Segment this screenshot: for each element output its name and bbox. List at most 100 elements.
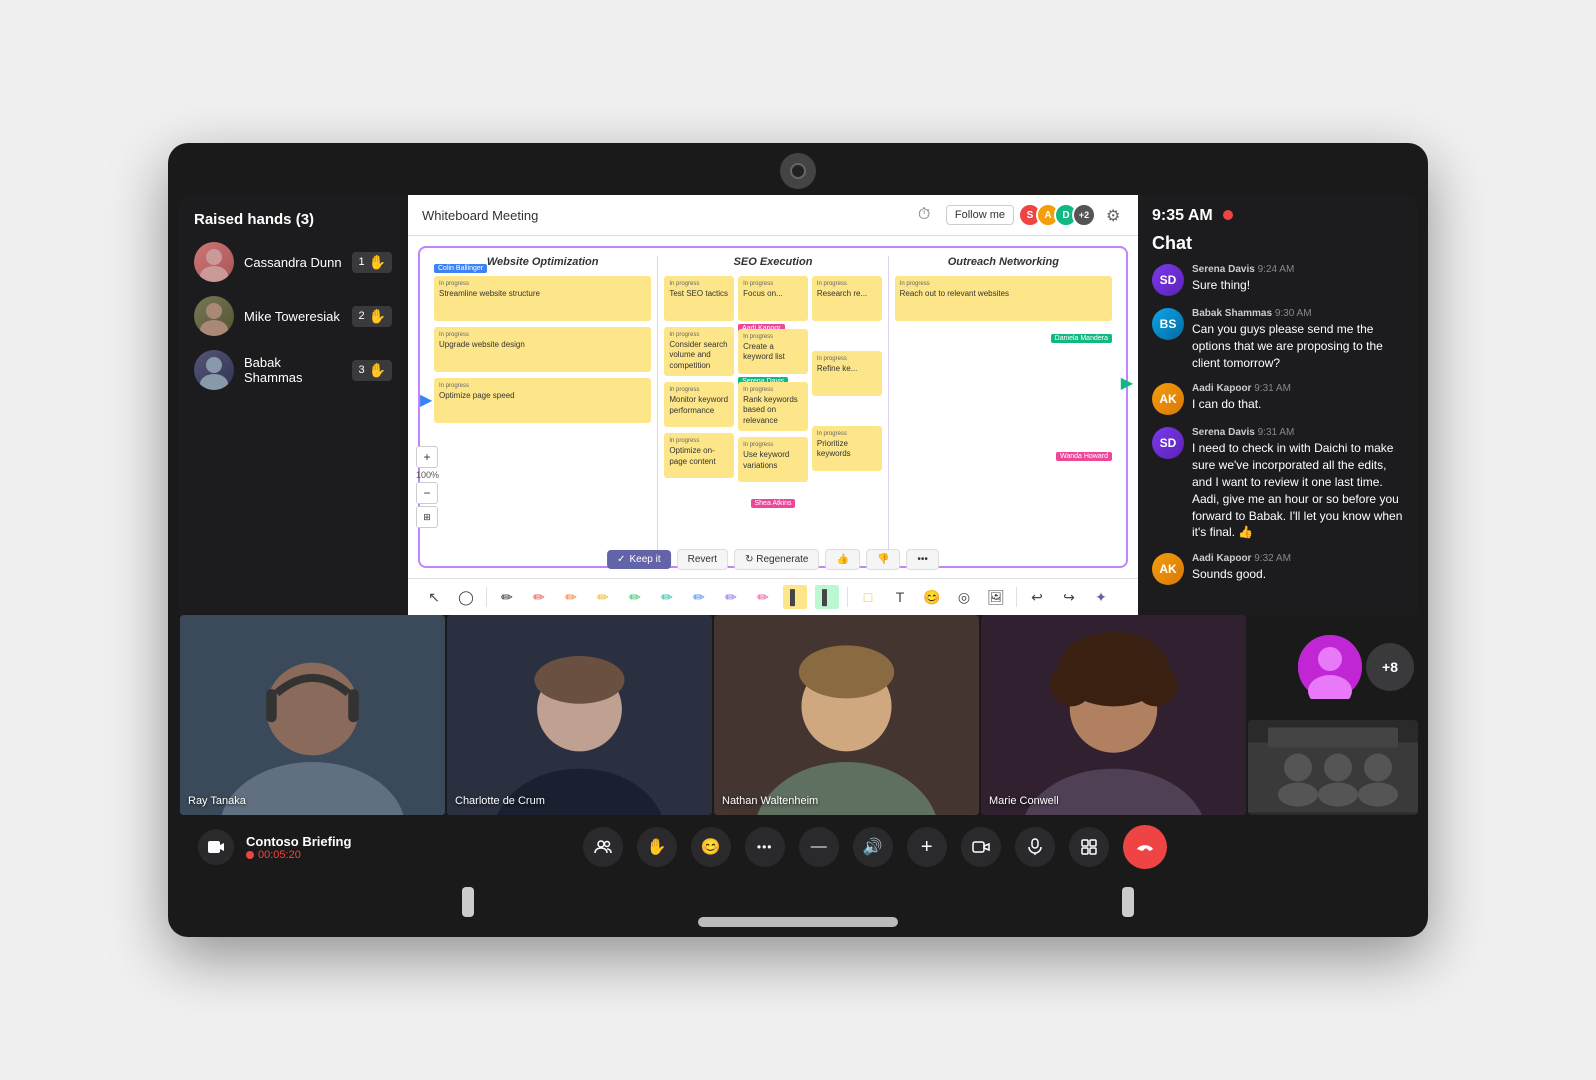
- more-options-button[interactable]: •••: [906, 549, 939, 570]
- pen-pink[interactable]: ✏: [751, 585, 775, 609]
- video-tile-charlotte: Charlotte de Crum: [447, 615, 712, 815]
- camera-button[interactable]: [961, 827, 1001, 867]
- sticky-note-seo-variations: In progress Use keyword variations: [738, 437, 808, 482]
- meeting-icon: [198, 829, 234, 865]
- pen-red[interactable]: ✏: [527, 585, 551, 609]
- participant-name-nathan: Nathan Waltenheim: [722, 795, 818, 807]
- cursor-daniela: Daniela Mandera: [1051, 334, 1112, 343]
- video-tile-marie: Marie Conwell: [981, 615, 1246, 815]
- chat-text-3: I can do that.: [1192, 396, 1291, 413]
- sticky-note-seo-1: In progress Test SEO tactics: [664, 276, 734, 321]
- participant-name-ray: Ray Tanaka: [188, 795, 246, 807]
- stand-base: [698, 917, 898, 927]
- hand-badge-babak: 3 ✋: [352, 360, 392, 381]
- regenerate-button[interactable]: ↻ Regenerate: [734, 549, 819, 570]
- wb-columns: Website Optimization Colin Ballinger In …: [418, 246, 1128, 568]
- sticky-note-seo-consider: In progress Consider search volume and c…: [664, 327, 734, 376]
- whiteboard-content[interactable]: ▶ Website Optimization Colin Ballinger I…: [408, 236, 1138, 578]
- pen-purple[interactable]: ✏: [719, 585, 743, 609]
- sticky-note-seo-optimize: In progress Optimize on-page content: [664, 433, 734, 478]
- pen-blue[interactable]: ✏: [687, 585, 711, 609]
- video-participants: Ray Tanaka Charlotte de Crum: [178, 615, 1248, 815]
- follow-me-button[interactable]: Follow me: [946, 205, 1014, 225]
- pen-teal[interactable]: ✏: [655, 585, 679, 609]
- microphone-button[interactable]: [1015, 827, 1055, 867]
- settings-icon[interactable]: ⚙: [1106, 206, 1124, 224]
- wb-col-title-outreach: Outreach Networking: [895, 256, 1112, 268]
- avatar-babak: [194, 350, 234, 390]
- chat-message-3: AK Aadi Kapoor 9:31 AM I can do that.: [1152, 383, 1404, 415]
- sticky-note-tool[interactable]: □: [856, 585, 880, 609]
- cursor-colin: Colin Ballinger: [434, 264, 487, 273]
- hand-badge-cassandra: 1 ✋: [352, 252, 392, 273]
- whiteboard-header: Whiteboard Meeting ⏱ Follow me S A D +2 …: [408, 195, 1138, 236]
- pen-yellow[interactable]: ✏: [591, 585, 615, 609]
- zoom-out-button[interactable]: −: [416, 482, 438, 504]
- hand-item-3: Babak Shammas 3 ✋: [194, 350, 392, 390]
- device-frame: Raised hands (3) Cassandra Dunn 1 ✋: [168, 143, 1428, 937]
- raised-hands-title: Raised hands (3): [194, 211, 392, 228]
- hand-badge-mike: 2 ✋: [352, 306, 392, 327]
- whiteboard-title: Whiteboard Meeting: [422, 208, 538, 223]
- extra-participants-panel: +8: [1248, 615, 1418, 815]
- avatar-aadi-2: AK: [1152, 553, 1184, 585]
- minimize-button[interactable]: —: [799, 827, 839, 867]
- sticky-note-website-1: In progress Streamline website structure: [434, 276, 651, 321]
- participant-name-marie: Marie Conwell: [989, 795, 1059, 807]
- emoji-react-button[interactable]: 😊: [691, 827, 731, 867]
- sticky-note-website-2: In progress Upgrade website design: [434, 327, 651, 372]
- keep-button[interactable]: ✓ Keep it: [607, 550, 671, 569]
- dislike-button[interactable]: 👎: [866, 549, 900, 570]
- layout-button[interactable]: [1069, 827, 1109, 867]
- image-tool[interactable]: 🖼: [984, 585, 1008, 609]
- whiteboard-toolbar: ↖ ◯ ✏ ✏ ✏ ✏ ✏ ✏ ✏ ✏ ✏ ▌ ▌ □: [408, 578, 1138, 615]
- more-options-button[interactable]: •••: [745, 827, 785, 867]
- cursor-wanda: Wanda Howard: [1056, 452, 1112, 461]
- chat-message-1: SD Serena Davis 9:24 AM Sure thing!: [1152, 264, 1404, 296]
- zoom-fit-button[interactable]: ⊞: [416, 506, 438, 528]
- zoom-level: 100%: [416, 470, 439, 480]
- chat-label: Chat: [1138, 233, 1418, 264]
- pen-orange[interactable]: ✏: [559, 585, 583, 609]
- undo-button[interactable]: ↩: [1025, 585, 1049, 609]
- chat-panel: 9:35 AM Chat SD Serena Davis 9:24 AM: [1138, 195, 1418, 615]
- avatar-babak-chat: BS: [1152, 308, 1184, 340]
- volume-button[interactable]: 🔊: [853, 827, 893, 867]
- select-tool[interactable]: ↖: [422, 585, 446, 609]
- chat-header-row: 9:35 AM: [1138, 195, 1418, 233]
- bottom-section: Ray Tanaka Charlotte de Crum: [178, 615, 1418, 815]
- zoom-in-button[interactable]: +: [416, 446, 438, 468]
- chat-message-4: SD Serena Davis 9:31 AM I need to check …: [1152, 427, 1404, 541]
- like-button[interactable]: 👍: [826, 549, 860, 570]
- sticky-note-seo-prioritize: In progress Prioritize keywords: [812, 426, 882, 471]
- revert-button[interactable]: Revert: [677, 549, 728, 570]
- raise-hand-button[interactable]: ✋: [637, 827, 677, 867]
- cursor-shea: Shea Atkins: [751, 499, 796, 508]
- end-call-button[interactable]: [1123, 825, 1167, 869]
- recording-indicator: [1223, 210, 1233, 220]
- wb-avatars: S A D +2: [1024, 203, 1096, 227]
- pen-green[interactable]: ✏: [623, 585, 647, 609]
- avatar-serena-2: SD: [1152, 427, 1184, 459]
- redo-button[interactable]: ↪: [1057, 585, 1081, 609]
- participants-button[interactable]: [583, 827, 623, 867]
- call-info: Contoso Briefing 00:05:20: [198, 829, 351, 865]
- emoji-tool[interactable]: 😊: [920, 585, 944, 609]
- lasso-tool[interactable]: ◯: [454, 585, 478, 609]
- ai-button[interactable]: ✦: [1089, 585, 1113, 609]
- text-tool[interactable]: T: [888, 585, 912, 609]
- highlighter-green[interactable]: ▌: [815, 585, 839, 609]
- wb-zoom-controls: + 100% − ⊞: [416, 446, 439, 528]
- chat-text-1: Sure thing!: [1192, 277, 1294, 294]
- participant-name-babak: Babak Shammas: [244, 355, 342, 385]
- extra-count-badge[interactable]: +8: [1366, 643, 1414, 691]
- participant-name-charlotte: Charlotte de Crum: [455, 795, 545, 807]
- add-button[interactable]: +: [907, 827, 947, 867]
- wb-avatar-more: +2: [1072, 203, 1096, 227]
- meeting-title: Contoso Briefing: [246, 834, 351, 849]
- pen-dark[interactable]: ✏: [495, 585, 519, 609]
- avatar-serena-1: SD: [1152, 264, 1184, 296]
- highlighter-yellow[interactable]: ▌: [783, 585, 807, 609]
- shape-tool[interactable]: ◎: [952, 585, 976, 609]
- timer-icon[interactable]: ⏱: [918, 206, 936, 224]
